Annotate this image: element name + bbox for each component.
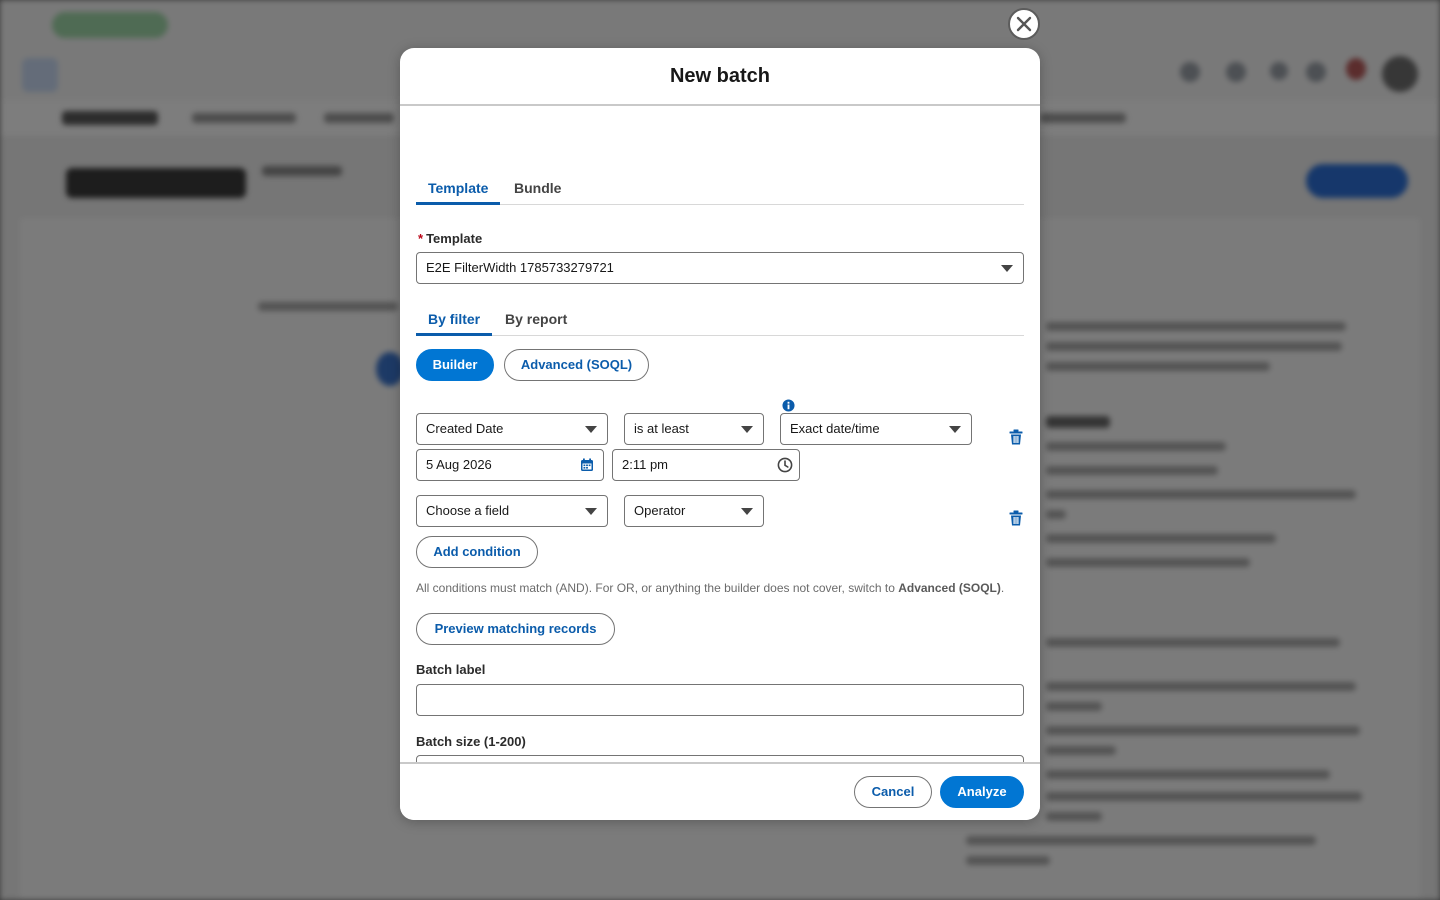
tab-bundle[interactable]: Bundle: [502, 175, 573, 205]
condition-1-operator-value: is at least: [634, 421, 689, 436]
template-label-text: Template: [426, 231, 483, 246]
batch-size-input[interactable]: [416, 755, 1024, 762]
add-condition-button[interactable]: Add condition: [416, 536, 538, 568]
calendar-icon[interactable]: [580, 458, 594, 472]
source-tabs: By filter By report: [416, 306, 1024, 336]
condition-1-date-input[interactable]: 5 Aug 2026: [416, 449, 604, 481]
modal-header: New batch: [400, 48, 1040, 106]
modal-body: Template Bundle * Template E2E FilterWidt…: [400, 106, 1040, 762]
close-modal-button[interactable]: [1008, 8, 1040, 40]
chevron-down-icon: [1001, 265, 1013, 272]
batch-label-input[interactable]: [416, 684, 1024, 716]
chevron-down-icon: [585, 426, 597, 433]
advanced-soql-button[interactable]: Advanced (SOQL): [504, 349, 649, 381]
condition-1-time-input[interactable]: 2:11 pm: [612, 449, 800, 481]
main-tabs: Template Bundle: [416, 175, 1024, 205]
modal-footer: Cancel Analyze: [400, 762, 1040, 820]
condition-2-field-value: Choose a field: [426, 503, 510, 518]
chevron-down-icon: [741, 426, 753, 433]
template-label: * Template: [418, 231, 482, 246]
template-select[interactable]: E2E FilterWidth 1785733279721: [416, 252, 1024, 284]
condition-2-field-select[interactable]: Choose a field: [416, 495, 608, 527]
condition-2-operator-value: Operator: [634, 503, 686, 518]
conditions-help-text: All conditions must match (AND). For OR,…: [416, 580, 1006, 596]
cancel-button[interactable]: Cancel: [854, 776, 932, 808]
help-text-prefix: All conditions must match (AND). For OR,…: [416, 581, 899, 595]
help-text-advanced: Advanced (SOQL): [898, 581, 1001, 595]
chevron-down-icon: [949, 426, 961, 433]
template-select-value: E2E FilterWidth 1785733279721: [426, 260, 614, 275]
help-text-suffix: .: [1000, 581, 1005, 595]
condition-1-field-value: Created Date: [426, 421, 504, 436]
batch-size-label: Batch size (1-200): [416, 734, 526, 749]
condition-1-time-value: 2:11 pm: [622, 457, 669, 472]
condition-2-operator-select[interactable]: Operator: [624, 495, 764, 527]
close-icon: [1016, 16, 1032, 32]
tab-by-report[interactable]: By report: [493, 306, 579, 336]
new-batch-modal: New batch Template Bundle * Template E2E …: [400, 48, 1040, 820]
tab-template[interactable]: Template: [416, 175, 501, 205]
tab-by-filter[interactable]: By filter: [416, 306, 493, 336]
condition-1-field-select[interactable]: Created Date: [416, 413, 608, 445]
chevron-down-icon: [741, 508, 753, 515]
condition-2-delete-icon[interactable]: [1009, 510, 1023, 526]
batch-label-label: Batch label: [416, 662, 486, 677]
preview-matching-records-button[interactable]: Preview matching records: [416, 613, 615, 645]
condition-1-value-type-select[interactable]: Exact date/time: [780, 413, 972, 445]
condition-1-operator-select[interactable]: is at least: [624, 413, 764, 445]
chevron-down-icon: [585, 508, 597, 515]
info-icon[interactable]: [782, 399, 795, 412]
clock-icon[interactable]: [777, 457, 793, 473]
condition-1-date-value: 5 Aug 2026: [426, 457, 492, 472]
condition-1-delete-icon[interactable]: [1009, 429, 1023, 445]
modal-title: New batch: [669, 64, 771, 87]
analyze-button[interactable]: Analyze: [940, 776, 1024, 808]
required-marker: *: [418, 231, 424, 246]
condition-1-value-type-value: Exact date/time: [790, 421, 880, 436]
builder-button[interactable]: Builder: [416, 349, 494, 381]
